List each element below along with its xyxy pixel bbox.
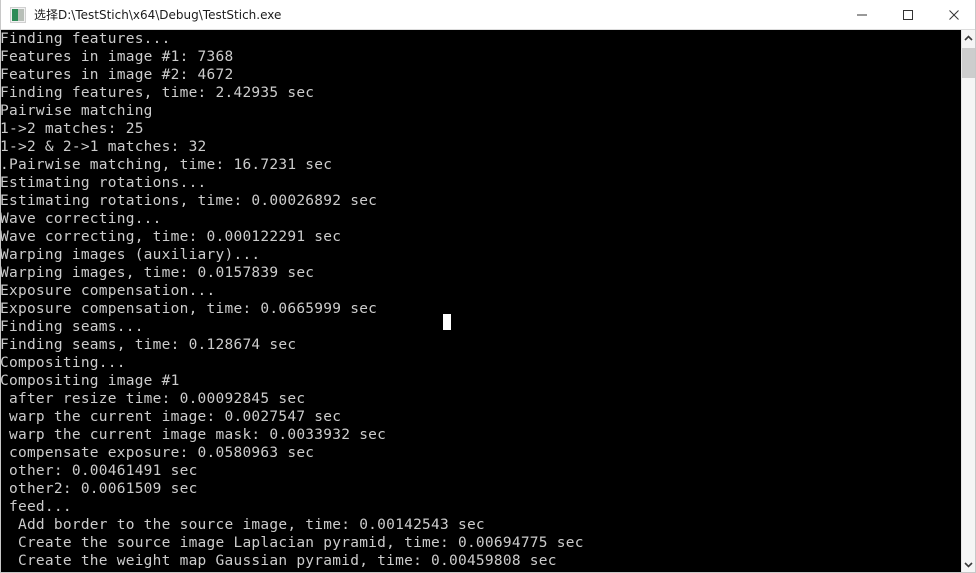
console-line: Features in image #2: 4672 bbox=[1, 67, 234, 83]
console-line: 1->2 & 2->1 matches: 32 bbox=[1, 139, 207, 155]
console-line: Warping images, time: 0.0157839 sec bbox=[1, 265, 315, 281]
console-line: Compositing image #1 bbox=[1, 373, 180, 389]
console-output-area[interactable]: Finding features... Features in image #1:… bbox=[1, 30, 963, 572]
chevron-up-icon[interactable] bbox=[962, 30, 975, 47]
console-line: Exposure compensation... bbox=[1, 283, 216, 299]
console-line: Estimating rotations, time: 0.00026892 s… bbox=[1, 193, 378, 209]
console-line: Finding seams... bbox=[1, 319, 144, 335]
caption-buttons bbox=[839, 0, 975, 29]
console-line: after resize time: 0.00092845 sec bbox=[1, 391, 306, 407]
console-line: feed... bbox=[1, 499, 72, 515]
console-line: Finding features... bbox=[1, 31, 171, 47]
maximize-button[interactable] bbox=[885, 0, 931, 29]
console-line: compensate exposure: 0.0580963 sec bbox=[1, 445, 315, 461]
console-line: Wave correcting... bbox=[1, 211, 162, 227]
console-line: other2: 0.0061509 sec bbox=[1, 481, 198, 497]
scrollbar-thumb[interactable] bbox=[962, 48, 975, 78]
console-line: Wave correcting, time: 0.000122291 sec bbox=[1, 229, 342, 245]
console-line: other: 0.00461491 sec bbox=[1, 463, 198, 479]
console-text: Finding features... Features in image #1:… bbox=[1, 30, 584, 570]
window-title: 选择D:\TestStich\x64\Debug\TestStich.exe bbox=[34, 8, 282, 22]
close-button[interactable] bbox=[931, 0, 975, 29]
console-line: Compositing... bbox=[1, 355, 126, 371]
console-line: Features in image #1: 7368 bbox=[1, 49, 234, 65]
console-line: Create the weight map Gaussian pyramid, … bbox=[1, 553, 557, 569]
console-line: Exposure compensation, time: 0.0665999 s… bbox=[1, 301, 378, 317]
title-bar[interactable]: 选择D:\TestStich\x64\Debug\TestStich.exe bbox=[1, 0, 975, 30]
console-line: Warping images (auxiliary)... bbox=[1, 247, 261, 263]
chevron-down-icon[interactable] bbox=[962, 556, 975, 572]
console-line: Finding features, time: 2.42935 sec bbox=[1, 85, 315, 101]
console-window: 选择D:\TestStich\x64\Debug\TestStich.exe F… bbox=[0, 0, 976, 573]
console-line: 1->2 matches: 25 bbox=[1, 121, 144, 137]
minimize-button[interactable] bbox=[839, 0, 885, 29]
console-line: warp the current image: 0.0027547 sec bbox=[1, 409, 342, 425]
vertical-scrollbar[interactable] bbox=[961, 30, 975, 572]
console-line: Create the source image Laplacian pyrami… bbox=[1, 535, 584, 551]
console-app-icon bbox=[10, 6, 26, 23]
scrollbar-track[interactable] bbox=[962, 78, 975, 556]
console-line: Pairwise matching bbox=[1, 103, 153, 119]
console-line: Estimating rotations... bbox=[1, 175, 207, 191]
text-cursor bbox=[443, 314, 451, 330]
console-line: .Pairwise matching, time: 16.7231 sec bbox=[1, 157, 333, 173]
console-line: warp the current image mask: 0.0033932 s… bbox=[1, 427, 387, 443]
console-line: Finding seams, time: 0.128674 sec bbox=[1, 337, 297, 353]
console-line: Add border to the source image, time: 0.… bbox=[1, 517, 485, 533]
